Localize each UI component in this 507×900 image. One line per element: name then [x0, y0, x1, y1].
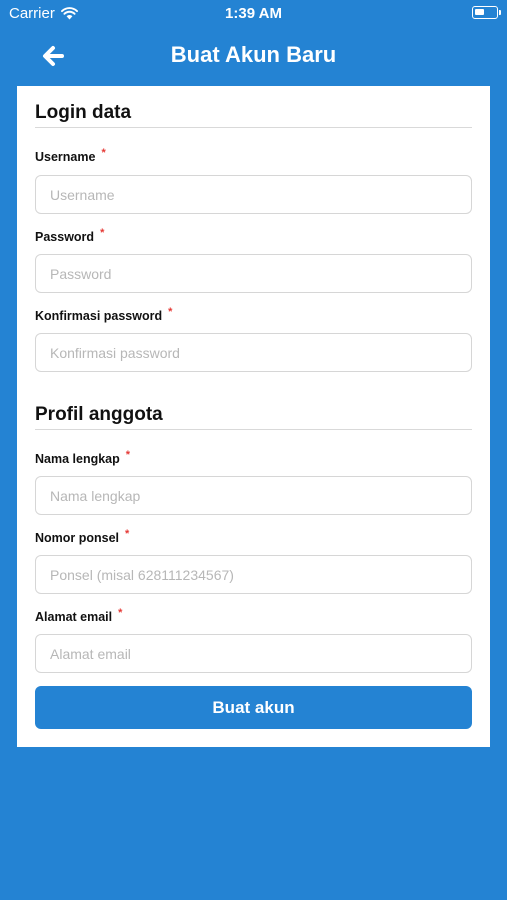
- confirm-password-input[interactable]: [35, 333, 472, 372]
- section-divider: [35, 429, 472, 430]
- battery-icon: [472, 6, 501, 19]
- password-label: Password *: [35, 227, 105, 244]
- status-bar: Carrier 1:39 AM: [0, 0, 507, 28]
- required-marker: *: [101, 147, 106, 159]
- password-input[interactable]: [35, 254, 472, 293]
- status-time: 1:39 AM: [225, 5, 282, 22]
- nav-bar: Buat Akun Baru: [0, 28, 507, 84]
- phone-input[interactable]: [35, 555, 472, 594]
- registration-form: Login data Username * Password * Konfirmas…: [17, 86, 490, 747]
- phone-label: Nomor ponsel *: [35, 528, 130, 545]
- section-title-login: Login data: [35, 102, 132, 123]
- section-divider: [35, 127, 472, 128]
- phone-label-text: Nomor ponsel: [35, 531, 120, 545]
- create-account-button[interactable]: Buat akun: [35, 686, 472, 729]
- required-marker: *: [125, 449, 131, 461]
- confirm-password-label: Konfirmasi password *: [35, 306, 173, 323]
- required-marker: *: [118, 607, 123, 619]
- username-input[interactable]: [35, 175, 472, 214]
- confirm-password-label-text: Konfirmasi password: [35, 309, 163, 323]
- required-marker: *: [168, 306, 173, 318]
- section-title-profile: Profil anggota: [35, 404, 163, 425]
- full-name-input[interactable]: [35, 476, 472, 515]
- password-label-text: Password: [35, 230, 95, 244]
- page-title: Buat Akun Baru: [170, 42, 337, 67]
- full-name-label-text: Nama lengkap: [35, 452, 120, 466]
- full-name-label: Nama lengkap *: [35, 449, 131, 466]
- required-marker: *: [125, 528, 130, 540]
- email-input[interactable]: [35, 634, 472, 673]
- email-label-text: Alamat email: [35, 610, 113, 624]
- email-label: Alamat email *: [35, 607, 123, 624]
- username-label-text: Username: [35, 150, 96, 164]
- required-marker: *: [100, 227, 105, 239]
- username-label: Username *: [35, 147, 106, 164]
- battery-level: [475, 9, 484, 15]
